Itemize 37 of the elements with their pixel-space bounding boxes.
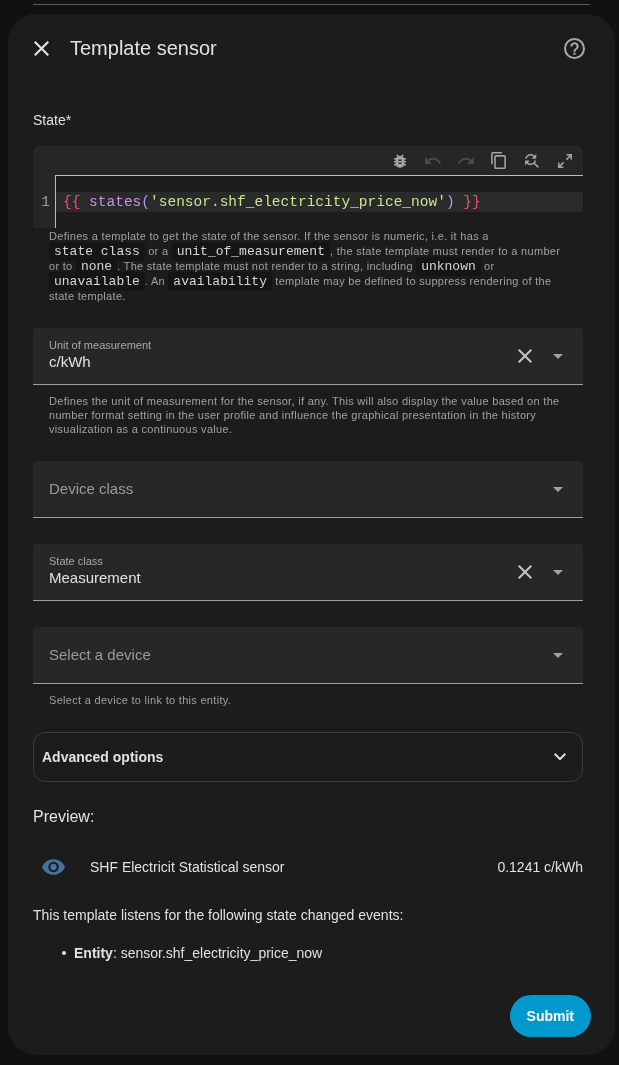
field-label: State class: [49, 554, 103, 568]
expand-icon[interactable]: [557, 153, 572, 168]
helper-text: Select a device to link to this entity.: [48, 693, 233, 707]
clear-icon[interactable]: [518, 349, 532, 363]
field-placeholder: Device class: [49, 479, 134, 499]
eye-icon: [42, 859, 65, 875]
close-icon[interactable]: [34, 40, 49, 56]
entity-state: 0.1241 c/kWh: [497, 858, 583, 877]
clear-icon[interactable]: [518, 565, 532, 579]
field-value: c/kWh: [49, 352, 91, 372]
dropdown-field[interactable]: State class Measurement: [33, 544, 583, 601]
dialog-title: Template sensor: [70, 36, 217, 61]
help-icon[interactable]: [564, 37, 585, 59]
line-number: 1: [41, 193, 50, 212]
section-heading: Preview:: [33, 807, 96, 827]
dropdown-field[interactable]: Unit of measurement c/kWh: [33, 328, 583, 385]
editor-label: State*: [33, 111, 73, 130]
caret-down-icon[interactable]: [553, 569, 563, 575]
field-value: Measurement: [49, 568, 141, 588]
expander-header[interactable]: Advanced options: [33, 732, 583, 782]
list-item: Entity: sensor.shf_electricity_price_now: [74, 944, 323, 963]
caret-down-icon[interactable]: [553, 652, 563, 658]
field-placeholder: Select a device: [49, 645, 151, 665]
entity-name: SHF Electricit Statistical sensor: [90, 858, 285, 877]
bullet-icon: [62, 951, 66, 955]
caret-down-icon[interactable]: [553, 486, 563, 492]
field-label: Unit of measurement: [49, 338, 152, 352]
bug-icon[interactable]: [393, 153, 406, 168]
description-text: This template listens for the following state changed events:: [33, 906, 405, 925]
code-editor[interactable]: 1 {{ states('sensor.shf_electricity_price_now') }}: [33, 146, 583, 228]
dropdown-field[interactable]: Device class: [33, 461, 583, 518]
caret-down-icon[interactable]: [553, 353, 563, 359]
dropdown-field[interactable]: Select a device: [33, 627, 583, 684]
find-replace-icon[interactable]: [524, 153, 539, 168]
copy-icon[interactable]: [491, 152, 506, 169]
helper-text: Defines a template to get the state of the sensor. If the sensor is numeric, i.e. it has a state class or a unit_of_measurement , the state template must render to a number or to none . The state template must not render to a string, including unknown or unavailable . An availability template may be defined to suppress rendering of the state template.: [48, 229, 562, 304]
helper-text: Defines the unit of measurement for the sensor, if any. This will also display the value based on the number format setting in the user profile and influence the graphical presentation in the history visualization as a continuous value.: [48, 394, 561, 436]
